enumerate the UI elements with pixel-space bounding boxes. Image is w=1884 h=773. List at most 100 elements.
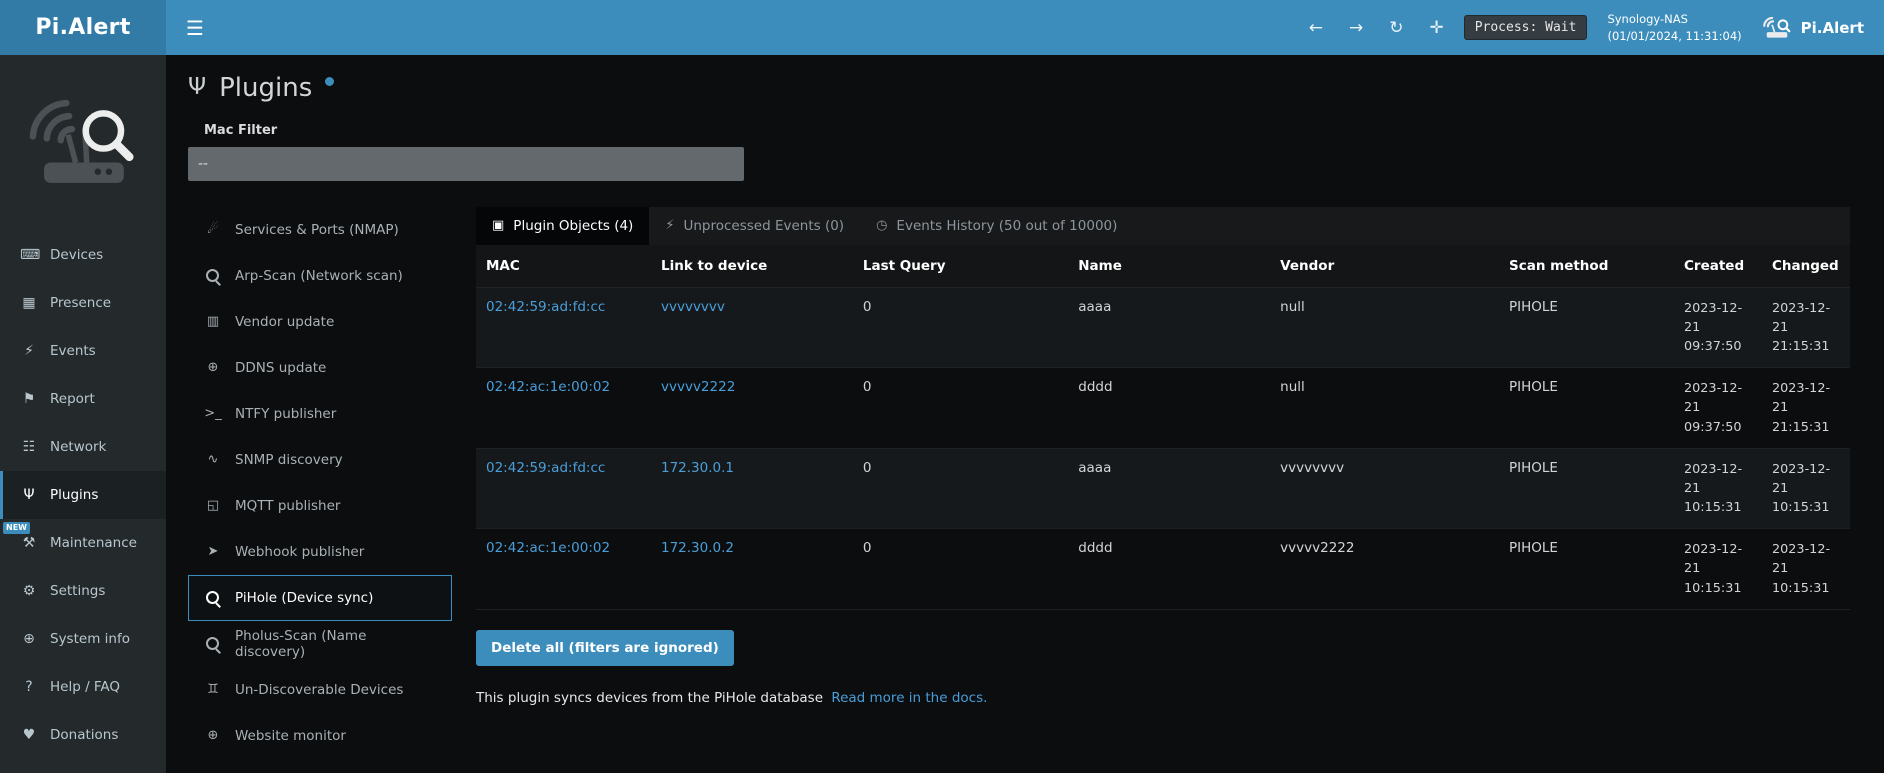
mac-link[interactable]: 02:42:ac:1e:00:02: [486, 379, 610, 395]
sidebar-item-donations[interactable]: ♥ Donations: [0, 711, 166, 759]
sidebar-item-label: Network: [50, 439, 106, 455]
last-query-cell: 0: [853, 448, 1068, 529]
changed-cell: 2023-12-21 21:15:31: [1762, 368, 1850, 449]
sidebar-item-presence[interactable]: ▦ Presence: [0, 279, 166, 327]
plugin-objects-table: MAC Link to device Last Query Name Vendo…: [476, 245, 1850, 610]
mac-filter-input[interactable]: [188, 147, 744, 181]
name-cell: aaaa: [1068, 287, 1270, 368]
send-icon: ➤: [204, 544, 222, 560]
question-icon: ?: [20, 679, 38, 695]
last-query-cell: 0: [853, 529, 1068, 610]
changed-time: 21:15:31: [1772, 337, 1840, 356]
mac-link[interactable]: 02:42:ac:1e:00:02: [486, 540, 610, 556]
tab-unprocessed-events-0[interactable]: ⚡ Unprocessed Events (0): [649, 207, 860, 245]
move-icon[interactable]: ✛: [1429, 18, 1443, 38]
plugin-nav-label: MQTT publisher: [235, 498, 340, 514]
table-row: 02:42:ac:1e:00:02 vvvvv2222 0 dddd null …: [476, 368, 1850, 449]
plugin-nav-item-ntfy-publisher[interactable]: >_ NTFY publisher: [188, 391, 452, 437]
created-date: 2023-12-21: [1684, 540, 1752, 578]
name-cell: dddd: [1068, 368, 1270, 449]
device-link[interactable]: vvvvv2222: [661, 379, 735, 395]
vendor-cell: null: [1270, 287, 1499, 368]
scan-method-cell: PIHOLE: [1499, 368, 1674, 449]
globe-icon: ⊕: [204, 728, 222, 744]
column-header[interactable]: Created: [1674, 245, 1762, 288]
mac-link[interactable]: 02:42:59:ad:fd:cc: [486, 299, 605, 315]
created-time: 10:15:31: [1684, 498, 1752, 517]
device-link[interactable]: 172.30.0.2: [661, 540, 734, 556]
column-header[interactable]: Changed: [1762, 245, 1850, 288]
process-status-badge[interactable]: Process: Wait: [1464, 15, 1588, 40]
plugin-nav-label: Un-Discoverable Devices: [235, 682, 403, 698]
created-cell: 2023-12-21 09:37:50: [1674, 287, 1762, 368]
back-icon[interactable]: ←: [1309, 18, 1323, 38]
scan-method-cell: PIHOLE: [1499, 287, 1674, 368]
created-time: 09:37:50: [1684, 418, 1752, 437]
vendor-cell: vvvvvvvv: [1270, 448, 1499, 529]
plugin-nav-label: Vendor update: [235, 314, 334, 330]
refresh-icon[interactable]: ↻: [1389, 18, 1403, 38]
device-link[interactable]: vvvvvvvv: [661, 299, 725, 315]
delete-all-button[interactable]: Delete all (filters are ignored): [476, 630, 734, 666]
column-header[interactable]: Name: [1068, 245, 1270, 288]
column-header[interactable]: Last Query: [853, 245, 1068, 288]
app-name: Pi.Alert: [1801, 19, 1864, 37]
device-link[interactable]: 172.30.0.1: [661, 460, 734, 476]
plugin-nav: ☄ Services & Ports (NMAP) Arp-Scan (Netw…: [188, 207, 452, 773]
devices-icon: ⌨: [20, 247, 38, 263]
app-logo[interactable]: Pi.Alert: [0, 0, 166, 55]
plugin-nav-item-arp-scan-network-scan[interactable]: Arp-Scan (Network scan): [188, 253, 452, 299]
plugin-nav-item-website-monitor[interactable]: ⊕ Website monitor: [188, 713, 452, 759]
plugin-nav-item-pihole-device-sync[interactable]: PiHole (Device sync): [188, 575, 452, 621]
created-date: 2023-12-21: [1684, 379, 1752, 417]
plugin-nav-item-un-discoverable-devices[interactable]: ♊ Un-Discoverable Devices: [188, 667, 452, 713]
sidebar-item-report[interactable]: ⚑ Report: [0, 375, 166, 423]
sidebar-item-help-faq[interactable]: ? Help / FAQ: [0, 663, 166, 711]
created-cell: 2023-12-21 10:15:31: [1674, 529, 1762, 610]
column-header[interactable]: Scan method: [1499, 245, 1674, 288]
plugin-nav-item-vendor-update[interactable]: ▥ Vendor update: [188, 299, 452, 345]
sidebar-item-system-info[interactable]: ⊕ System info: [0, 615, 166, 663]
plugin-nav-item-mqtt-publisher[interactable]: ◱ MQTT publisher: [188, 483, 452, 529]
new-badge: NEW: [3, 522, 30, 534]
forward-icon[interactable]: →: [1349, 18, 1363, 38]
tab-events-history-50-out-of-10000[interactable]: ◷ Events History (50 out of 10000): [860, 207, 1133, 245]
terminal-icon: >_: [204, 406, 222, 422]
column-header[interactable]: Vendor: [1270, 245, 1499, 288]
app-mini[interactable]: Pi.Alert: [1762, 14, 1864, 41]
sidebar-item-maintenance[interactable]: NEW ⚒ Maintenance: [0, 519, 166, 567]
plugin-nav-item-snmp-discovery[interactable]: ∿ SNMP discovery: [188, 437, 452, 483]
plugin-nav-label: NTFY publisher: [235, 406, 336, 422]
topbar: Pi.Alert ☰ ← → ↻ ✛ Process: Wait Synolog…: [0, 0, 1884, 55]
created-time: 10:15:31: [1684, 579, 1752, 598]
search-icon: [204, 636, 222, 652]
sidebar-item-label: Report: [50, 391, 95, 407]
column-header[interactable]: Link to device: [651, 245, 853, 288]
globe-icon: ⊕: [204, 360, 222, 376]
plugin-description: This plugin syncs devices from the PiHol…: [476, 690, 1850, 706]
mac-link[interactable]: 02:42:59:ad:fd:cc: [486, 460, 605, 476]
plugin-nav-item-pholus-scan-name-discovery[interactable]: Pholus-Scan (Name discovery): [188, 621, 452, 667]
plugin-nav-item-services-ports-nmap[interactable]: ☄ Services & Ports (NMAP): [188, 207, 452, 253]
last-query-cell: 0: [853, 287, 1068, 368]
column-header[interactable]: MAC: [476, 245, 651, 288]
mac-filter-label: Mac Filter: [188, 123, 1850, 138]
comet-icon: ☄: [204, 222, 222, 238]
sidebar-logo: [0, 55, 166, 231]
search-icon: [204, 590, 222, 606]
plugin-nav-item-ddns-update[interactable]: ⊕ DDNS update: [188, 345, 452, 391]
docs-link[interactable]: Read more in the docs.: [831, 690, 987, 706]
globe-icon: ⊕: [20, 631, 38, 647]
sidebar-item-label: Help / FAQ: [50, 679, 120, 695]
sidebar-item-network[interactable]: ☷ Network: [0, 423, 166, 471]
plugin-nav-item-webhook-publisher[interactable]: ➤ Webhook publisher: [188, 529, 452, 575]
hamburger-menu-icon[interactable]: ☰: [186, 16, 204, 40]
tab-plugin-objects-4[interactable]: ▣ Plugin Objects (4): [476, 207, 649, 245]
sidebar-item-devices[interactable]: ⌨ Devices: [0, 231, 166, 279]
created-cell: 2023-12-21 10:15:31: [1674, 448, 1762, 529]
sidebar-item-settings[interactable]: ⚙ Settings: [0, 567, 166, 615]
sidebar-item-events[interactable]: ⚡ Events: [0, 327, 166, 375]
sidebar-item-label: System info: [50, 631, 130, 647]
sidebar-item-plugins[interactable]: Ψ Plugins: [0, 471, 166, 519]
tab-label: Unprocessed Events (0): [683, 218, 844, 234]
